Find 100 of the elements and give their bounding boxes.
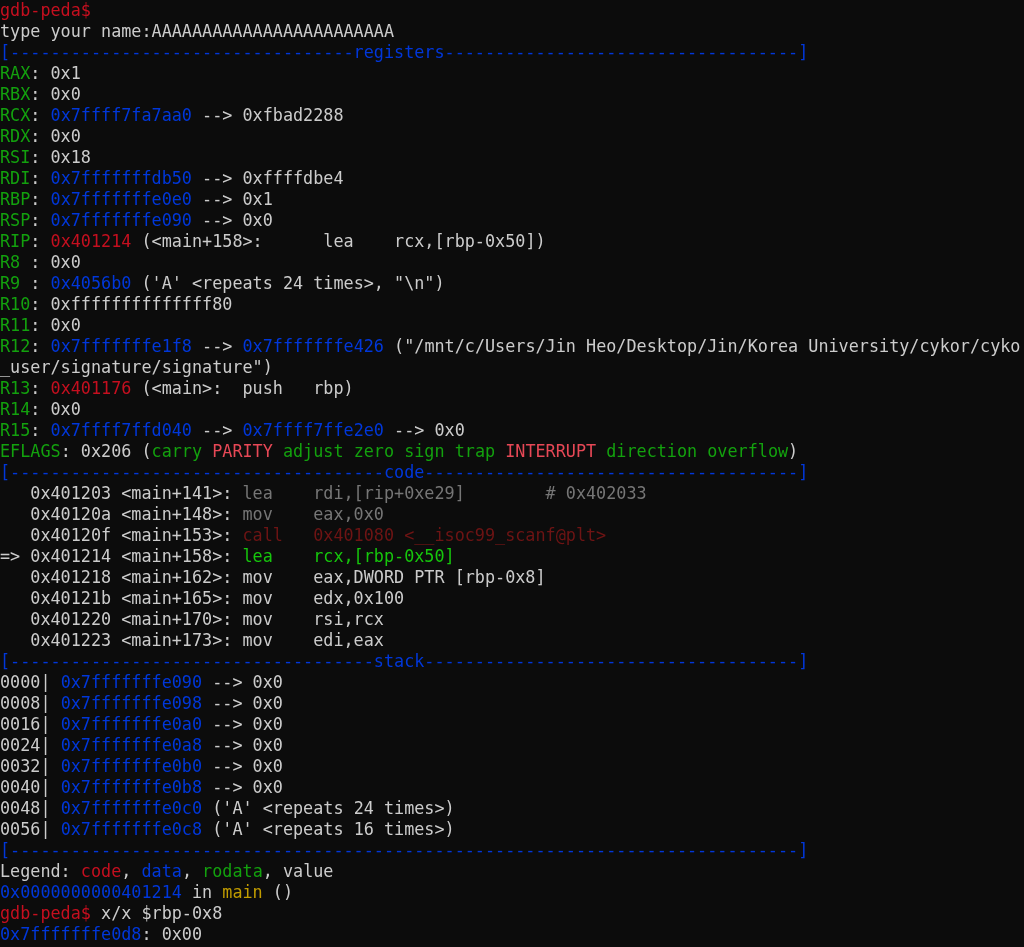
terminal-text: RBX <box>0 84 31 104</box>
terminal-text: R15 <box>0 420 31 440</box>
terminal-text: --> <box>201 420 234 440</box>
terminal-text: --> 0xffffdbe4 <box>201 168 344 188</box>
terminal-text: --> 0x0 <box>211 714 283 734</box>
terminal-text: : <box>30 231 42 251</box>
terminal-text: : <box>30 105 42 125</box>
terminal-text: RDX <box>0 126 31 146</box>
terminal-text: ('A' <repeats 16 times>) <box>211 819 455 839</box>
terminal-text: rodata <box>202 861 263 881</box>
terminal-text: ('A' <repeats 24 times>) <box>211 798 455 818</box>
terminal-text: direction overflow <box>605 441 789 461</box>
terminal-text: 0x401214 <box>50 231 132 251</box>
terminal-text: , <box>121 861 133 881</box>
terminal-text: 0x7fffffffe0a8 <box>60 735 203 755</box>
terminal-text: R13 <box>0 378 31 398</box>
terminal-text: in <box>190 882 214 902</box>
terminal-text: 0x7fffffffe0a0 <box>60 714 203 734</box>
terminal-text: 0016| <box>0 714 52 734</box>
terminal-text: : <box>30 189 42 209</box>
terminal-text: : 0x18 <box>30 147 91 167</box>
terminal-text: --> 0x1 <box>201 189 273 209</box>
terminal-text: 0x401220 <main+170>: mov rsi,rcx <box>29 609 384 629</box>
terminal-text: --> 0x0 <box>211 672 283 692</box>
terminal-text: 0048| <box>0 798 52 818</box>
terminal-text: 0040| <box>0 777 52 797</box>
terminal-text: RSP <box>0 210 31 230</box>
terminal-text: : <box>30 420 42 440</box>
terminal-text: : 0x00 <box>141 924 203 944</box>
terminal-text: : 0x1 <box>30 63 81 83</box>
terminal-text: : 0x0 <box>30 315 81 335</box>
terminal-text: ("/mnt/c/Users/Jin Heo/Desktop/Jin/Korea University/cykor/cyko <box>393 336 1021 356</box>
terminal-text: R11 <box>0 315 31 335</box>
terminal-text: 0x40120a <main+148>: <box>29 504 234 524</box>
terminal-text: [------------------------------------------------------------------------------] <box>0 840 809 860</box>
terminal-text: , <box>181 861 193 881</box>
terminal-text: --> 0x0 <box>211 693 283 713</box>
terminal-text: --> 0x0 <box>211 756 283 776</box>
terminal-text: data <box>141 861 182 881</box>
terminal-text: ('A' <repeats 24 times>, "\n") <box>140 273 445 293</box>
terminal-text: RAX <box>0 63 31 83</box>
terminal-text: 0x7fffffffe0d8 <box>0 924 142 944</box>
terminal-text: RSI <box>0 147 31 167</box>
terminal-text: RIP <box>0 231 31 251</box>
terminal-text: 0032| <box>0 756 52 776</box>
terminal-text: 0x0000000000401214 <box>0 882 182 902</box>
terminal-text: --> <box>201 336 234 356</box>
terminal-text: : 0x0 <box>30 399 81 419</box>
terminal-text: 0x7ffff7ffe2e0 <box>242 420 384 440</box>
terminal-text: : <box>30 273 42 293</box>
terminal-text: R9 <box>0 273 22 293</box>
terminal-text: : 0x0 <box>30 126 81 146</box>
terminal-text: 0x7ffff7ffd040 <box>50 420 192 440</box>
terminal-text: 0x401223 <main+173>: mov edi,eax <box>29 630 384 650</box>
terminal-text: mov eax,0x0 <box>242 504 384 524</box>
terminal-text: --> 0x0 <box>393 420 465 440</box>
terminal-text: carry <box>151 441 204 461</box>
terminal-text: => 0x401214 <main+158>: <box>0 546 234 566</box>
terminal-text: : <box>30 168 42 188</box>
terminal-text: 0x401203 <main+141>: <box>29 483 234 503</box>
terminal-text: [------------------------------------stack-------------------------------------] <box>0 651 809 671</box>
terminal-text: [-------------------------------------code-------------------------------------] <box>0 462 809 482</box>
terminal-text: code <box>80 861 122 881</box>
terminal-text: 0x7fffffffe0b0 <box>60 756 203 776</box>
terminal-text: 0x7fffffffe426 <box>242 336 384 356</box>
terminal-text: 0008| <box>0 693 52 713</box>
terminal-text: , value <box>262 861 334 881</box>
terminal-text: gdb-peda$ <box>0 0 91 20</box>
terminal-text: : 0x206 ( <box>60 441 152 461</box>
terminal-text: (<main+158>: lea rcx,[rbp-0x50]) <box>140 231 546 251</box>
terminal-text: INTERRUPT <box>505 441 597 461</box>
terminal-text: adjust zero sign trap <box>281 441 497 461</box>
terminal-text: 0x7fffffffe0e0 <box>50 189 192 209</box>
terminal-text: 0x401218 <main+162>: mov eax,DWORD PTR [rbp-0x8] <box>29 567 546 587</box>
terminal-text: 0024| <box>0 735 52 755</box>
terminal-text: 0x7fffffffe0b8 <box>60 777 203 797</box>
terminal-text: 0x40121b <main+165>: mov edx,0x100 <box>29 588 405 608</box>
terminal-text: R12 <box>0 336 31 356</box>
terminal-text: x/x $rbp-0x8 <box>100 903 223 923</box>
terminal-text: 0x7fffffffe098 <box>60 693 203 713</box>
terminal-text: 0x7fffffffe090 <box>60 672 203 692</box>
terminal-text: 0x7fffffffe1f8 <box>50 336 192 356</box>
terminal-text: : 0x0 <box>30 252 81 272</box>
terminal-text: R10 <box>0 294 31 314</box>
terminal-text: 0x401176 <box>50 378 132 398</box>
terminal-text: 0x7ffff7fa7aa0 <box>50 105 192 125</box>
terminal-text: 0x7fffffffe0c8 <box>60 819 203 839</box>
terminal-text: call 0x401080 <__isoc99_scanf@plt> <box>242 525 607 545</box>
terminal-text: EFLAGS <box>0 441 61 461</box>
terminal-text: 0x4056b0 <box>50 273 132 293</box>
terminal-text: : <box>30 378 42 398</box>
terminal-text: --> 0xfbad2288 <box>201 105 344 125</box>
terminal-text: 0x7fffffffe0c0 <box>60 798 203 818</box>
terminal-text: (<main>: push rbp) <box>140 378 354 398</box>
terminal-text: : 0xffffffffffffff80 <box>30 294 233 314</box>
terminal-text: RBP <box>0 189 31 209</box>
terminal-text: 0000| <box>0 672 52 692</box>
terminal-text: type your name:AAAAAAAAAAAAAAAAAAAAAAAA <box>0 21 395 41</box>
terminal-text: RCX <box>0 105 31 125</box>
terminal-text: main <box>222 882 263 902</box>
